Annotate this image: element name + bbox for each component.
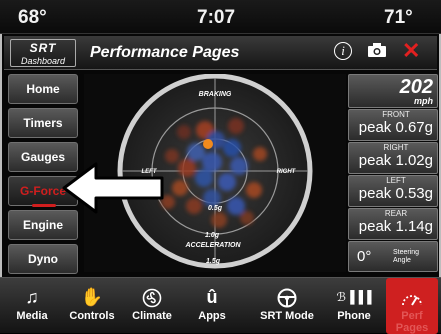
camera-icon[interactable] bbox=[367, 42, 387, 63]
steering-angle-readout: 0° Steering Angle bbox=[348, 241, 438, 272]
app-header: SRT Dashboard Performance Pages i ✕ bbox=[4, 36, 437, 70]
nav-apps[interactable]: û Apps bbox=[184, 278, 240, 334]
steering-wheel-icon bbox=[256, 284, 318, 310]
speed-readout: 202 mph bbox=[348, 74, 438, 108]
current-g-force-marker bbox=[203, 139, 213, 149]
arrow-annotation bbox=[62, 162, 164, 214]
outside-temp-left: 68° bbox=[18, 7, 47, 28]
performance-gauge-icon bbox=[386, 284, 438, 310]
right-peak-value: peak 1.02g bbox=[358, 152, 433, 169]
gauge-label-right: RIGHT bbox=[277, 169, 297, 175]
close-icon[interactable]: ✕ bbox=[402, 38, 420, 64]
fan-icon bbox=[124, 284, 180, 310]
gauge-ring-label-1g: 1.0g bbox=[205, 232, 220, 239]
front-peak-readout: FRONT peak 0.67g bbox=[348, 109, 438, 141]
apps-icon: û bbox=[206, 287, 218, 307]
front-peak-value: peak 0.67g bbox=[358, 119, 433, 136]
clock: 7:07 bbox=[197, 7, 236, 28]
page-title: Performance Pages bbox=[90, 44, 240, 61]
nav-phone[interactable]: ℬ▐▐▐ Phone bbox=[326, 278, 382, 334]
phone-icon: ℬ▐▐▐ bbox=[336, 290, 372, 304]
status-bar: 68° 7:07 71° bbox=[0, 0, 441, 34]
nav-perf-pages[interactable]: Perf Pages bbox=[386, 278, 438, 334]
steering-angle-value: 0° bbox=[357, 248, 372, 265]
rear-peak-readout: REAR peak 1.14g bbox=[348, 208, 438, 240]
speed-value: 202 bbox=[399, 76, 433, 98]
front-label: FRONT bbox=[382, 110, 410, 119]
nav-controls[interactable]: ✋ Controls bbox=[64, 278, 120, 334]
right-label: RIGHT bbox=[383, 143, 409, 152]
gauge-label-acceleration: ACCELERATION bbox=[184, 242, 241, 249]
speed-unit: mph bbox=[414, 96, 433, 106]
steering-angle-label: Steering Angle bbox=[393, 249, 420, 264]
outside-temp-right: 71° bbox=[384, 7, 413, 28]
left-peak-value: peak 0.53g bbox=[358, 185, 433, 202]
nav-climate[interactable]: Climate bbox=[124, 278, 180, 334]
gauge-ring-label-05g: 0.5g bbox=[208, 205, 223, 212]
left-peak-readout: LEFT peak 0.53g bbox=[348, 175, 438, 207]
bottom-nav: ♫ Media ✋ Controls Climate û Apps SRT Mo… bbox=[0, 277, 441, 334]
music-note-icon: ♫ bbox=[25, 287, 39, 307]
menu-dyno[interactable]: Dyno bbox=[8, 244, 78, 274]
nav-media[interactable]: ♫ Media bbox=[4, 278, 60, 334]
info-icon[interactable]: i bbox=[334, 42, 352, 60]
menu-home[interactable]: Home bbox=[8, 74, 78, 104]
left-label: LEFT bbox=[386, 176, 406, 185]
srt-dashboard-logo[interactable]: SRT Dashboard bbox=[10, 39, 76, 67]
gauge-ring-label-15g: 1.5g bbox=[206, 258, 221, 265]
menu-timers[interactable]: Timers bbox=[8, 108, 78, 138]
rear-peak-value: peak 1.14g bbox=[358, 218, 433, 235]
right-peak-readout: RIGHT peak 1.02g bbox=[348, 142, 438, 174]
g-force-readouts: 202 mph FRONT peak 0.67g RIGHT peak 1.02… bbox=[348, 74, 438, 272]
gauge-label-braking: BRAKING bbox=[199, 91, 232, 98]
nav-srt-mode[interactable]: SRT Mode bbox=[256, 278, 318, 334]
hand-icon: ✋ bbox=[80, 287, 104, 307]
rear-label: REAR bbox=[384, 209, 408, 218]
